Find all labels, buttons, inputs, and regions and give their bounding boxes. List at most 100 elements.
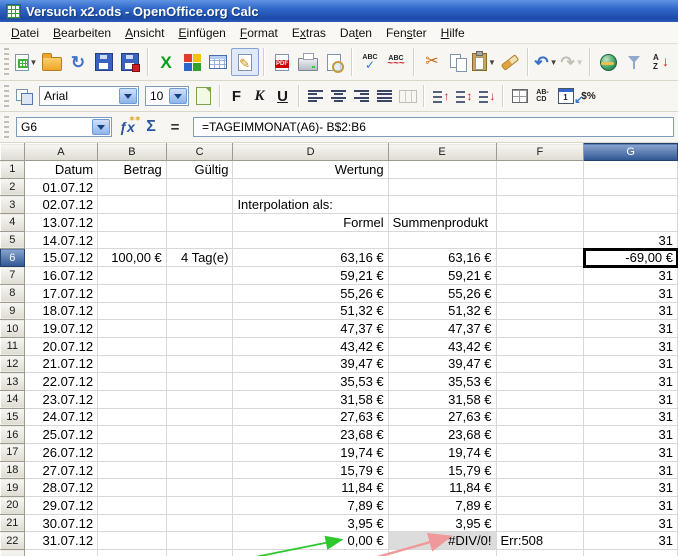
cell-B12[interactable] — [98, 355, 167, 373]
cell-A10[interactable]: 19.07.12 — [24, 320, 98, 338]
cell-C17[interactable] — [166, 444, 233, 462]
paste-button[interactable]: ▼ — [471, 49, 497, 75]
cell-B14[interactable] — [98, 390, 167, 408]
cell-F10[interactable] — [496, 320, 584, 338]
align-left-button[interactable] — [304, 85, 327, 108]
column-header-C[interactable]: C — [166, 144, 233, 161]
menu-item[interactable]: Datei — [4, 24, 46, 42]
align-right-button[interactable] — [350, 85, 373, 108]
cell-D14[interactable]: 31,58 € — [233, 390, 388, 408]
cell-B15[interactable] — [98, 408, 167, 426]
row-header-23[interactable] — [1, 550, 25, 556]
cell-D5[interactable] — [233, 231, 388, 249]
cell-E1[interactable] — [388, 161, 496, 179]
cell-G6[interactable]: -69,00 € — [584, 249, 678, 267]
row-header-2[interactable]: 2 — [1, 178, 25, 196]
font-name-combo[interactable] — [39, 86, 139, 106]
row-header-22[interactable]: 22 — [1, 532, 25, 550]
row-header-16[interactable]: 16 — [1, 426, 25, 444]
cell-G17[interactable]: 31 — [584, 444, 678, 462]
menu-item[interactable]: Extras — [285, 24, 333, 42]
cell-F14[interactable] — [496, 390, 584, 408]
cell-D8[interactable]: 55,26 € — [233, 284, 388, 302]
cell-G22[interactable]: 31 — [584, 532, 678, 550]
cell-A20[interactable]: 29.07.12 — [24, 497, 98, 515]
cell-A8[interactable]: 17.07.12 — [24, 284, 98, 302]
cell-B7[interactable] — [98, 267, 167, 285]
cell-E11[interactable]: 43,42 € — [388, 337, 496, 355]
column-header-A[interactable]: A — [24, 144, 98, 161]
cell-E19[interactable]: 11,84 € — [388, 479, 496, 497]
underline-button[interactable]: U — [271, 85, 294, 108]
number-format-text-button[interactable]: AB-CD — [531, 85, 554, 108]
font-size-input[interactable] — [146, 87, 168, 105]
bold-button[interactable]: F — [225, 85, 248, 108]
cell-F21[interactable] — [496, 514, 584, 532]
row-header-10[interactable]: 10 — [1, 320, 25, 338]
cell-C5[interactable] — [166, 231, 233, 249]
cell-G8[interactable]: 31 — [584, 284, 678, 302]
cell-A3[interactable]: 02.07.12 — [24, 196, 98, 214]
open-button[interactable] — [39, 49, 65, 75]
name-box[interactable] — [16, 117, 112, 137]
cut-button[interactable]: ✂ — [419, 49, 445, 75]
cell-B16[interactable] — [98, 426, 167, 444]
cell-A21[interactable]: 30.07.12 — [24, 514, 98, 532]
column-header-E[interactable]: E — [388, 144, 496, 161]
cell-G4[interactable] — [584, 214, 678, 232]
cell-F2[interactable] — [496, 178, 584, 196]
cell-G15[interactable]: 31 — [584, 408, 678, 426]
cell-E16[interactable]: 23,68 € — [388, 426, 496, 444]
cell-A17[interactable]: 26.07.12 — [24, 444, 98, 462]
cell-F1[interactable] — [496, 161, 584, 179]
cell-D11[interactable]: 43,42 € — [233, 337, 388, 355]
menu-item[interactable]: Ansicht — [118, 24, 171, 42]
cell-B11[interactable] — [98, 337, 167, 355]
row-header-7[interactable]: 7 — [1, 267, 25, 285]
styles-button[interactable] — [13, 85, 36, 108]
row-header-8[interactable]: 8 — [1, 284, 25, 302]
cell-E3[interactable] — [388, 196, 496, 214]
cell-A14[interactable]: 23.07.12 — [24, 390, 98, 408]
title-bar[interactable]: Versuch x2.ods - OpenOffice.org Calc — [0, 0, 678, 22]
cell-C18[interactable] — [166, 461, 233, 479]
center-vertical-button[interactable]: ↕ — [452, 85, 475, 108]
cell-F18[interactable] — [496, 461, 584, 479]
select-all-corner[interactable] — [1, 144, 25, 161]
cell-E15[interactable]: 27,63 € — [388, 408, 496, 426]
autofilter-button[interactable] — [621, 49, 647, 75]
cell-D10[interactable]: 47,37 € — [233, 320, 388, 338]
cell-F17[interactable] — [496, 444, 584, 462]
cell-B1[interactable]: Betrag — [98, 161, 167, 179]
cell-D15[interactable]: 27,63 € — [233, 408, 388, 426]
cell-C11[interactable] — [166, 337, 233, 355]
cell-A6[interactable]: 15.07.12 — [24, 249, 98, 267]
function-wizard-button[interactable]: ƒx✶✶ — [115, 115, 139, 139]
cell-F9[interactable] — [496, 302, 584, 320]
cell-E8[interactable]: 55,26 € — [388, 284, 496, 302]
font-name-input[interactable] — [40, 87, 118, 105]
cell-D23[interactable] — [233, 550, 388, 556]
row-header-4[interactable]: 4 — [1, 214, 25, 232]
sort-ascending-button[interactable]: AZ↓ — [647, 49, 673, 75]
cell-C10[interactable] — [166, 320, 233, 338]
cell-E13[interactable]: 35,53 € — [388, 373, 496, 391]
cell-A19[interactable]: 28.07.12 — [24, 479, 98, 497]
row-header-5[interactable]: 5 — [1, 231, 25, 249]
cell-G1[interactable] — [584, 161, 678, 179]
menu-item[interactable]: Hilfe — [434, 24, 472, 42]
cell-F22[interactable]: Err:508 — [496, 532, 584, 550]
row-header-11[interactable]: 11 — [1, 337, 25, 355]
save-as-button[interactable] — [117, 49, 143, 75]
cell-C20[interactable] — [166, 497, 233, 515]
name-box-dropdown[interactable] — [92, 119, 110, 135]
cell-D17[interactable]: 19,74 € — [233, 444, 388, 462]
new-button[interactable]: ▼ — [13, 49, 39, 75]
cell-E22[interactable]: #DIV/0! — [388, 532, 496, 550]
cell-C22[interactable] — [166, 532, 233, 550]
cell-G21[interactable]: 31 — [584, 514, 678, 532]
number-format-currency-button[interactable]: $%↙ — [577, 85, 600, 108]
cell-F19[interactable] — [496, 479, 584, 497]
row-header-14[interactable]: 14 — [1, 390, 25, 408]
navigator-button[interactable] — [595, 49, 621, 75]
